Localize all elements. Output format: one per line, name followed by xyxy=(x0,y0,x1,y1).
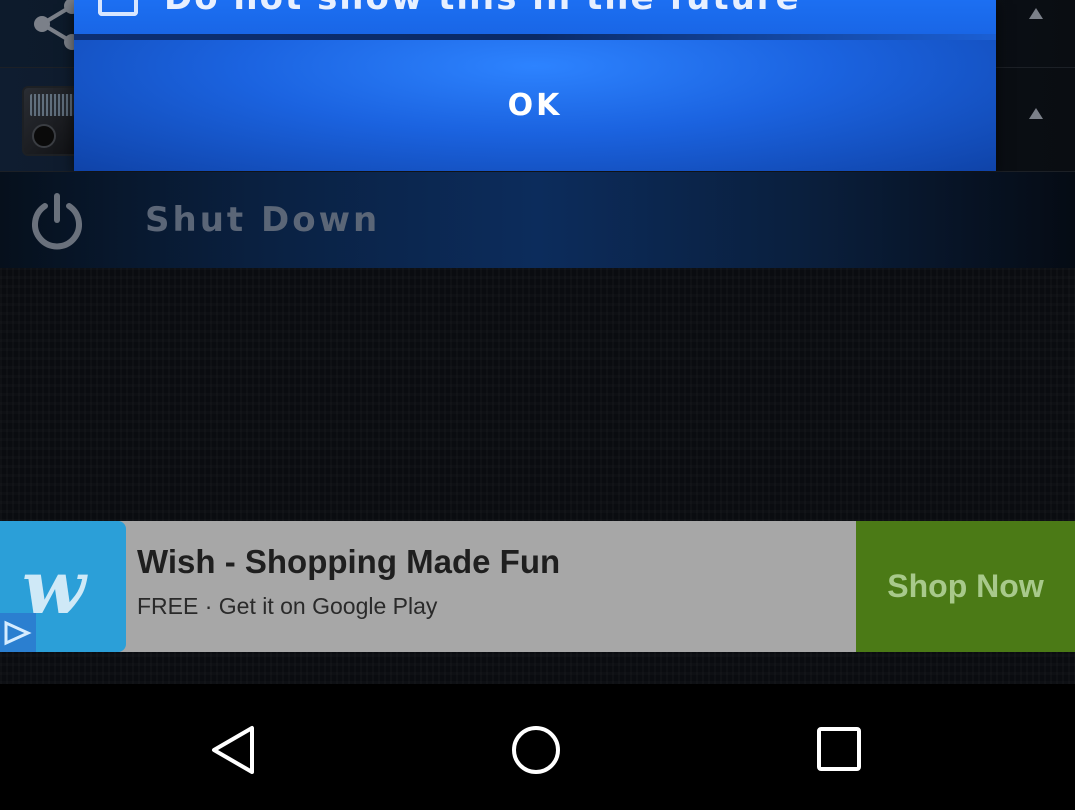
ad-banner[interactable]: w Wish - Shopping Made Fun FREE · Get it… xyxy=(0,521,1075,652)
home-icon[interactable] xyxy=(506,720,566,780)
ok-button-label: OK xyxy=(507,88,563,123)
play-triangle-icon xyxy=(4,620,32,646)
do-not-show-checkbox[interactable] xyxy=(98,0,138,16)
thumbnail-knob xyxy=(32,124,56,148)
shop-now-button[interactable]: Shop Now xyxy=(856,521,1075,652)
checkbox-label: Do not show this in the future xyxy=(164,0,801,18)
recent-apps-icon[interactable] xyxy=(810,720,870,780)
shutdown-item[interactable]: Shut Down xyxy=(0,172,1075,268)
back-icon[interactable] xyxy=(204,720,264,780)
info-dialog: Do not show this in the future OK xyxy=(74,0,996,171)
shutdown-label: Shut Down xyxy=(145,200,381,240)
thumbnail-display xyxy=(30,94,74,116)
shop-now-label: Shop Now xyxy=(887,568,1044,604)
ad-choices-icon[interactable] xyxy=(0,613,36,652)
expand-arrow-icon[interactable] xyxy=(1029,108,1043,119)
power-icon xyxy=(32,193,82,250)
ok-button[interactable]: OK xyxy=(74,40,996,171)
ad-subtitle: FREE · Get it on Google Play xyxy=(137,593,438,619)
ad-title: Wish - Shopping Made Fun xyxy=(137,543,561,580)
expand-arrow-icon[interactable] xyxy=(1029,8,1043,19)
system-nav-bar xyxy=(0,684,1075,810)
